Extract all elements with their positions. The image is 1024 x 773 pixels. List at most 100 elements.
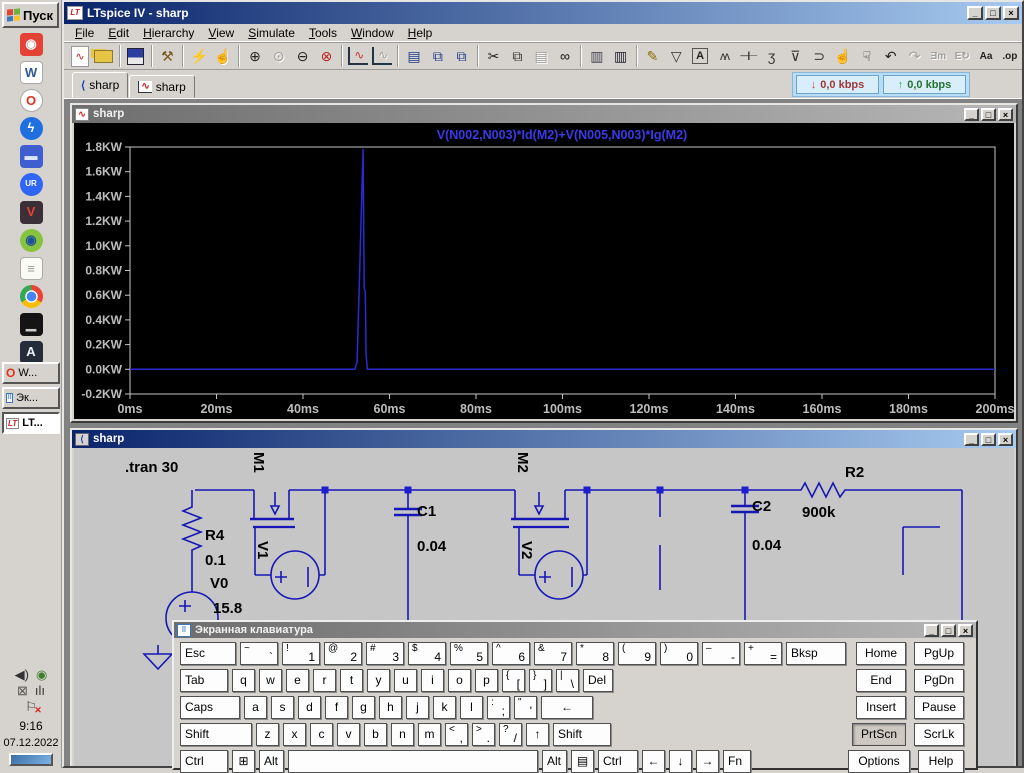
key-slash[interactable]: ?/ [499, 723, 522, 746]
key-6[interactable]: ^6 [492, 642, 530, 665]
quicklaunch-shield-v[interactable]: V [20, 201, 43, 224]
quicklaunch-chrome[interactable] [20, 285, 43, 308]
key-3[interactable]: #3 [366, 642, 404, 665]
key-prtscn[interactable]: PrtScn [852, 723, 906, 746]
taskbutton-keyboard[interactable]: ⠿Эк... [2, 387, 60, 409]
key-j[interactable]: j [406, 696, 429, 719]
key-shift-left[interactable]: Shift [180, 723, 252, 746]
schematic-titlebar[interactable]: ⟨ sharp _□× [72, 430, 1016, 448]
key-pause[interactable]: Pause [914, 696, 964, 719]
show-desktop-button[interactable] [9, 753, 53, 766]
toolbar-print-preview-button[interactable]: ▥ [585, 44, 609, 68]
key-semicolon[interactable]: :; [487, 696, 510, 719]
maximize-button[interactable]: □ [981, 433, 996, 446]
toolbar-open-button[interactable] [92, 44, 116, 68]
toolbar-zoom-in-button[interactable]: ⊕ [243, 44, 267, 68]
key-backslash[interactable]: |\ [556, 669, 579, 692]
key-d[interactable]: d [298, 696, 321, 719]
key-pgup[interactable]: PgUp [914, 642, 964, 665]
menu-hierarchy[interactable]: Hierarchy [136, 25, 201, 41]
key-bracket-right[interactable]: }] [529, 669, 552, 692]
plot-pane[interactable]: V(N002,N003)*Id(M2)+V(N005,N003)*Ig(M2) … [74, 123, 1014, 419]
close-button[interactable]: × [998, 433, 1013, 446]
toolbar-component-button[interactable]: ⊃ [807, 44, 831, 68]
key-8[interactable]: *8 [576, 642, 614, 665]
menu-file[interactable]: File [68, 25, 101, 41]
close-button[interactable]: × [958, 624, 973, 637]
mosfet-m2[interactable] [511, 490, 569, 575]
waveform-titlebar[interactable]: ∿ sharp _□× [72, 105, 1016, 123]
mosfet-m1[interactable] [250, 490, 295, 575]
key-minus[interactable]: –- [702, 642, 740, 665]
key-0[interactable]: )0 [660, 642, 698, 665]
maximize-button[interactable]: □ [941, 624, 956, 637]
quicklaunch-eye[interactable]: ◉ [20, 229, 43, 252]
key-pgdn[interactable]: PgDn [914, 669, 964, 692]
toolbar-draw-wire-button[interactable]: ✎ [641, 44, 665, 68]
tray-network-offline-icon[interactable]: ⊠ [17, 683, 28, 699]
toolbar-cut-button[interactable]: ✂ [482, 44, 506, 68]
key-menu[interactable]: ▤ [571, 750, 594, 773]
trace[interactable] [130, 150, 995, 370]
key-i[interactable]: i [421, 669, 444, 692]
toolbar-new-schematic-button[interactable]: ∿ [71, 46, 89, 67]
toolbar-resistor-button[interactable]: ʌʌ [712, 44, 736, 68]
key-f[interactable]: f [325, 696, 348, 719]
quicklaunch-ur-browser[interactable]: UR [20, 173, 43, 196]
key-tab[interactable]: Tab [180, 669, 228, 692]
key-period[interactable]: >. [472, 723, 495, 746]
quicklaunch-flash-blue[interactable]: ϟ [20, 117, 43, 140]
source-v2[interactable] [535, 551, 583, 599]
key-h[interactable]: h [379, 696, 402, 719]
key-home[interactable]: Home [856, 642, 906, 665]
key-scrlk[interactable]: ScrLk [914, 723, 964, 746]
key-options[interactable]: Options [848, 750, 910, 773]
menu-edit[interactable]: Edit [101, 25, 136, 41]
key-space[interactable] [288, 750, 538, 773]
menu-view[interactable]: View [201, 25, 241, 41]
key-c[interactable]: c [310, 723, 333, 746]
toolbar-arrange-windows-button[interactable]: ⧉ [450, 44, 474, 68]
quicklaunch-console[interactable]: ▁ [20, 313, 43, 336]
key-y[interactable]: y [367, 669, 390, 692]
toolbar-zoom-out-button[interactable]: ⊖ [291, 44, 315, 68]
toolbar-net-label-button[interactable]: A [688, 44, 712, 68]
toolbar-tile-windows-button[interactable]: ▤ [402, 44, 426, 68]
toolbar-find-button[interactable]: ∞ [553, 44, 577, 68]
titlebar[interactable]: LT LTspice IV - sharp _□× [64, 2, 1022, 24]
key-end[interactable]: End [856, 669, 906, 692]
key-ctrl-right[interactable]: Ctrl [598, 750, 638, 773]
toolbar-drag-button[interactable]: ☟ [855, 44, 879, 68]
menu-window[interactable]: Window [344, 25, 401, 41]
toolbar-run-button[interactable]: ⚡ [187, 44, 211, 68]
quicklaunch-floppy[interactable]: ▬ [20, 145, 43, 168]
toolbar-diode-button[interactable]: ⊽ [784, 44, 808, 68]
key-m[interactable]: m [418, 723, 441, 746]
key-alt-left[interactable]: Alt [259, 750, 284, 773]
menu-simulate[interactable]: Simulate [241, 25, 302, 41]
maximize-button[interactable]: □ [985, 6, 1001, 20]
key-bracket-left[interactable]: {[ [502, 669, 525, 692]
toolbar-undo-button[interactable]: ↶ [879, 44, 903, 68]
key-shift-right[interactable]: Shift [553, 723, 611, 746]
key-bksp[interactable]: Bksp [786, 642, 846, 665]
menu-help[interactable]: Help [401, 25, 440, 41]
close-button[interactable]: × [998, 108, 1013, 121]
toolbar-inductor-button[interactable]: ʒ [760, 44, 784, 68]
key-esc[interactable]: Esc [180, 642, 236, 665]
key-z[interactable]: z [256, 723, 279, 746]
toolbar-spice-directive-button[interactable]: .op [998, 44, 1022, 68]
osk-titlebar[interactable]: ⠿ Экранная клавиатура _□× [174, 622, 976, 638]
maximize-button[interactable]: □ [981, 108, 996, 121]
key-insert[interactable]: Insert [856, 696, 906, 719]
key-apostrophe[interactable]: "' [514, 696, 537, 719]
tab-schematic[interactable]: ⟨sharp [72, 72, 128, 98]
toolbar-control-panel-button[interactable]: ⚒ [156, 44, 180, 68]
key-5[interactable]: %5 [450, 642, 488, 665]
minimize-button[interactable]: _ [967, 6, 983, 20]
tray-flag-icon[interactable]: ⚐✕ [25, 699, 37, 715]
toolbar-move-button[interactable]: ☝ [831, 44, 855, 68]
key-right[interactable]: → [696, 750, 719, 773]
toolbar-ground-button[interactable]: ▽ [664, 44, 688, 68]
key-9[interactable]: (9 [618, 642, 656, 665]
